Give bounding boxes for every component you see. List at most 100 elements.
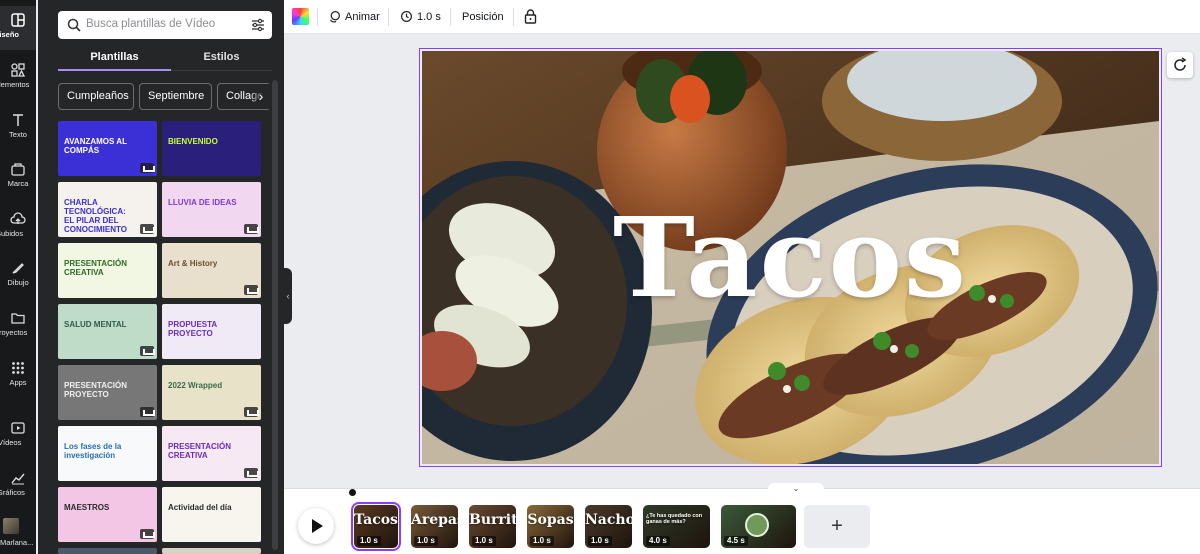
- timeline-clip[interactable]: Tacos 1.0 s: [351, 502, 401, 551]
- template-thumbnail[interactable]: CHARLA TECNOLÓGICA: EL PILAR DEL CONOCIM…: [58, 182, 157, 237]
- chip-birthday[interactable]: Cumpleaños: [58, 83, 134, 110]
- crown-icon: [244, 407, 259, 417]
- template-thumbnail-text: LLUVIA DE IDEAS: [168, 198, 237, 207]
- position-label: Posición: [462, 11, 504, 23]
- search-input[interactable]: Busca plantillas de Vídeo: [58, 11, 272, 39]
- duration-label: 1.0 s: [417, 11, 441, 23]
- rail-item-elements[interactable]: Elementos: [0, 56, 36, 100]
- editor-toolbar: Animar 1.0 s Posición: [284, 0, 1200, 34]
- template-thumbnail[interactable]: PRESENTACIÓN PROYECTO: [58, 365, 157, 420]
- apps-icon: [12, 362, 24, 374]
- rail-item-apps[interactable]: Apps: [0, 354, 36, 398]
- draw-icon: [12, 263, 24, 274]
- chart-icon: [11, 473, 25, 485]
- template-thumbnail[interactable]: MAESTROS: [58, 487, 157, 542]
- clip-label: Sopas: [527, 512, 574, 528]
- lock-icon[interactable]: [524, 9, 537, 24]
- rail-label: Apps: [9, 378, 27, 387]
- crown-icon: [140, 224, 155, 234]
- refresh-button[interactable]: [1167, 52, 1193, 78]
- tab-styles[interactable]: Estilos: [171, 51, 272, 63]
- add-page-button[interactable]: +: [804, 505, 870, 548]
- template-thumbnail-text: PRESENTACIÓN PROYECTO: [64, 381, 127, 399]
- template-thumbnail[interactable]: BIENVENIDO: [162, 121, 261, 176]
- animate-button[interactable]: Animar: [328, 9, 380, 25]
- template-thumbnail[interactable]: [162, 548, 261, 554]
- timeline-clip[interactable]: Arepas 1.0 s: [411, 505, 458, 548]
- template-thumbnail-text: Actividad del día: [168, 503, 232, 512]
- playhead[interactable]: [349, 489, 356, 496]
- collapse-panel-button[interactable]: ‹: [284, 268, 292, 324]
- template-thumbnail[interactable]: Los fases de la investigación: [58, 426, 157, 481]
- design-canvas[interactable]: Tacos: [422, 51, 1159, 464]
- template-thumbnail-text: PRESENTACIÓN CREATIVA: [64, 259, 127, 277]
- rail-item-brand[interactable]: Marca: [0, 155, 36, 199]
- left-rail: Diseño Elementos Texto Marca Subidos Dib…: [0, 0, 36, 554]
- toolbar-divider: [388, 8, 389, 26]
- clip-duration: 1.0 s: [588, 536, 612, 546]
- template-thumbnail-text: AVANZAMOS AL COMPÁS: [64, 137, 127, 155]
- toolbar-divider: [450, 8, 451, 26]
- template-thumbnail[interactable]: AVANZAMOS AL COMPÁS: [58, 121, 157, 176]
- template-thumbnail[interactable]: PRESENTACIÓN CREATIVA: [162, 426, 261, 481]
- duration-button[interactable]: 1.0 s: [400, 9, 441, 25]
- crown-icon: [140, 163, 155, 173]
- rail-item-design[interactable]: Diseño: [0, 6, 36, 50]
- clip-duration: 1.0 s: [357, 536, 381, 546]
- template-thumbnail-text: MAESTROS: [64, 503, 110, 512]
- chevron-right-icon[interactable]: ›: [250, 84, 272, 109]
- chevron-down-icon[interactable]: ⌄: [768, 483, 824, 495]
- template-thumbnail[interactable]: [58, 548, 157, 554]
- rail-item-profile[interactable]: Marlana...: [0, 514, 36, 554]
- rail-scrollbar[interactable]: [38, 0, 46, 554]
- crown-icon: [244, 468, 259, 478]
- clock-icon: [401, 11, 412, 22]
- template-thumbnail[interactable]: Art & History: [162, 243, 261, 298]
- template-thumbnail[interactable]: Actividad del día: [162, 487, 261, 542]
- clip-duration: 1.0 s: [414, 536, 438, 546]
- search-icon: [67, 18, 81, 32]
- refresh-icon: [1174, 57, 1187, 71]
- rail-label: Marca: [7, 179, 29, 188]
- rail-label: Proyectos: [0, 328, 28, 337]
- color-picker-icon[interactable]: [292, 8, 309, 25]
- template-thumbnail[interactable]: 2022 Wrapped: [162, 365, 261, 420]
- chip-september[interactable]: Septiembre: [139, 83, 212, 110]
- tab-templates[interactable]: Plantillas: [58, 51, 171, 63]
- clip-duration: 4.0 s: [646, 536, 670, 546]
- template-thumbnail[interactable]: SALUD MENTAL: [58, 304, 157, 359]
- timeline-clip[interactable]: 4.5 s: [721, 505, 796, 548]
- templates-panel: Busca plantillas de Vídeo Plantillas Est…: [46, 0, 284, 554]
- timeline-clip[interactable]: Sopas 1.0 s: [527, 505, 574, 548]
- play-button[interactable]: [298, 508, 334, 544]
- rail-item-charts[interactable]: Gráficos: [0, 464, 36, 508]
- timeline-clip[interactable]: Burrito 1.0 s: [469, 505, 516, 548]
- template-thumbnail-text: Art & History: [168, 259, 218, 268]
- panel-scrollbar[interactable]: [272, 80, 278, 550]
- template-thumbnail-text: CHARLA TECNOLÓGICA: EL PILAR DEL CONOCIM…: [64, 198, 127, 234]
- user-thumbnail: [3, 518, 19, 534]
- timeline-clip[interactable]: Nachos 1.0 s: [585, 505, 632, 548]
- template-thumbnail-text: PRESENTACIÓN CREATIVA: [168, 442, 231, 460]
- crown-icon: [140, 529, 155, 539]
- rail-item-draw[interactable]: Dibujo: [0, 254, 36, 298]
- template-thumbnail[interactable]: PROPUESTA PROYECTO: [162, 304, 261, 359]
- rail-item-projects[interactable]: Proyectos: [0, 304, 36, 348]
- template-thumbnail[interactable]: LLUVIA DE IDEAS: [162, 182, 261, 237]
- rail-item-videos[interactable]: Vídeos: [0, 414, 36, 458]
- toolbar-divider: [317, 8, 318, 26]
- folder-icon: [11, 313, 25, 324]
- position-button[interactable]: Posición: [462, 9, 504, 25]
- rail-item-text[interactable]: Texto: [0, 106, 36, 150]
- filter-icon[interactable]: [250, 17, 266, 33]
- rail-item-uploads[interactable]: Subidos: [0, 205, 36, 249]
- animate-label: Animar: [345, 11, 380, 23]
- template-thumbnail-text: Los fases de la investigación: [64, 442, 122, 460]
- timeline-clip[interactable]: ¿Te has quedado con ganas de más? 4.0 s: [643, 505, 710, 548]
- rail-label: Diseño: [0, 30, 20, 39]
- toolbar-divider: [513, 8, 514, 26]
- template-thumbnail[interactable]: PRESENTACIÓN CREATIVA: [58, 243, 157, 298]
- clip-label: ¿Te has quedado con ganas de más?: [646, 513, 703, 525]
- tab-active-indicator: [58, 69, 171, 71]
- canvas-title[interactable]: Tacos: [422, 51, 1159, 464]
